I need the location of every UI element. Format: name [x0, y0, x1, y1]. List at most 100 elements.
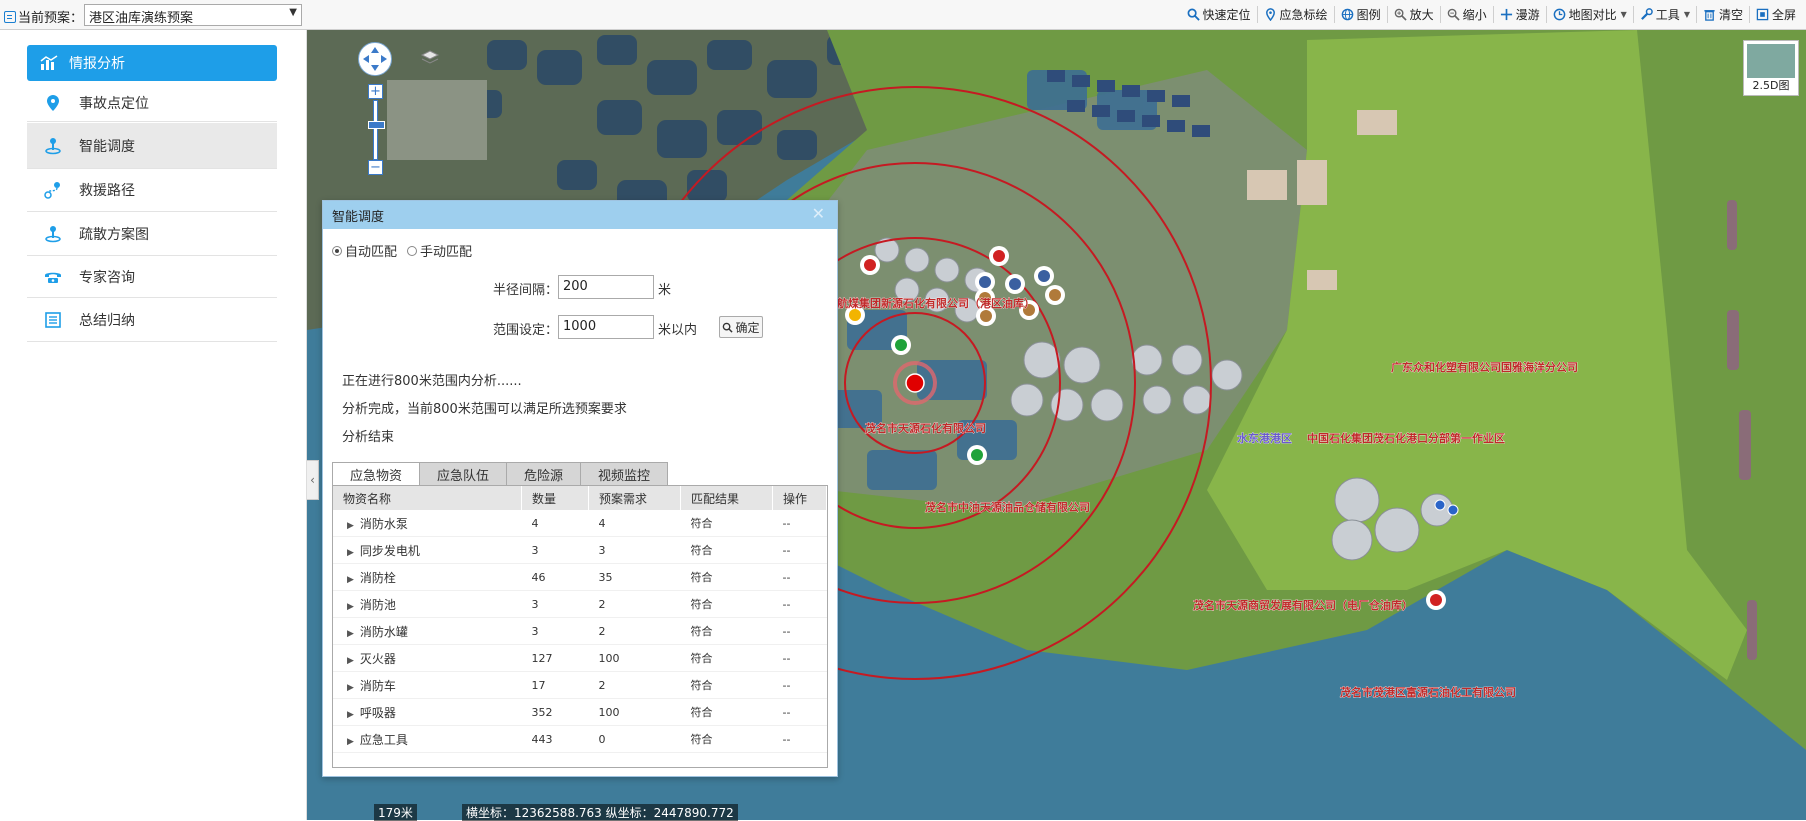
left-sidebar: 情报分析 事故点定位 智能调度 救援路径 疏散方案图 专家咨询 总结归纳	[0, 30, 307, 820]
range-input[interactable]: 1000	[558, 315, 654, 339]
location-pin-icon	[41, 94, 65, 112]
zoom-slider-handle[interactable]	[368, 121, 385, 129]
sidebar-item-evacuation-plan[interactable]: 疏散方案图	[27, 213, 277, 256]
person-pin-icon	[41, 225, 65, 243]
tab-video-monitoring[interactable]: 视频监控	[580, 462, 669, 486]
sidebar-item-accident-locate[interactable]: 事故点定位	[27, 84, 277, 122]
cell-quantity: 352	[521, 698, 589, 726]
zoom-out-button[interactable]: 缩小	[1441, 6, 1494, 23]
current-plan-label: 当前预案：	[4, 7, 83, 26]
map-tools: 快速定位 应急标绘 图例 放大 缩小 漫游 地图对比 ▼ 工具 ▼ 清空 全屏	[1181, 6, 1802, 23]
pan-control[interactable]	[358, 42, 392, 76]
cell-name: ▶ 灭火器	[333, 644, 522, 672]
emergency-plot-button[interactable]: 应急标绘	[1258, 6, 1335, 23]
cell-requirement: 2	[588, 590, 681, 618]
sidebar-item-rescue-route[interactable]: 救援路径	[27, 169, 277, 212]
cell-result: 符合	[680, 617, 773, 645]
table-row[interactable]: ▶ 消防栓 46 35 符合 --	[333, 563, 827, 591]
move-icon	[1500, 8, 1512, 21]
resource-tabs: 应急物资 应急队伍 危险源 视频监控	[332, 462, 669, 486]
sidebar-item-intel-analysis[interactable]: 情报分析	[27, 45, 277, 81]
cell-action: --	[772, 698, 827, 726]
dialog-header: 智能调度 ✕	[323, 201, 837, 229]
clear-button[interactable]: 清空	[1697, 6, 1750, 23]
radio-manual-match[interactable]: 手动匹配	[407, 241, 472, 260]
cell-requirement: 100	[588, 644, 681, 672]
radio-auto-match[interactable]: 自动匹配	[332, 241, 397, 260]
col-header-name: 物资名称	[333, 486, 522, 510]
cell-result: 符合	[680, 563, 773, 591]
table-row[interactable]: ▶ 消防池 3 2 符合 --	[333, 590, 827, 618]
plan-select[interactable]: 港区油库演练预案 ▼	[84, 4, 302, 26]
zoom-in-icon	[1394, 8, 1407, 21]
tab-emergency-supplies[interactable]: 应急物资	[332, 462, 421, 486]
zoom-in-button[interactable]: 放大	[1388, 6, 1441, 23]
tab-hazard-sources[interactable]: 危险源	[506, 462, 582, 486]
expand-arrow-icon[interactable]: ▶	[347, 656, 354, 666]
trash-icon	[1704, 10, 1715, 21]
table-row[interactable]: ▶ 消防水罐 3 2 符合 --	[333, 617, 827, 645]
radius-label: 半径间隔：	[493, 283, 559, 298]
map-scale: 179米	[374, 804, 417, 821]
table-row[interactable]: ▶ 同步发电机 3 3 符合 --	[333, 536, 827, 564]
map-label: 广东众和化塑有限公司国雅海洋分公司	[1391, 360, 1578, 374]
confirm-button[interactable]: 确定	[719, 316, 763, 338]
table-row[interactable]: ▶ 消防车 17 2 符合 --	[333, 671, 827, 699]
zoom-in-control[interactable]: +	[368, 84, 383, 99]
map-label: 中国航煤集团新源石化有限公司（港区油库）	[815, 296, 1035, 310]
zoom-slider[interactable]	[373, 100, 378, 160]
quick-locate-button[interactable]: 快速定位	[1181, 6, 1258, 23]
cell-name: ▶ 消防池	[333, 590, 522, 618]
sidebar-item-smart-dispatch[interactable]: 智能调度	[27, 123, 277, 169]
map-compare-button[interactable]: 地图对比 ▼	[1547, 6, 1634, 23]
globe-icon	[1341, 8, 1353, 21]
cell-requirement: 4	[588, 510, 681, 537]
cell-result: 符合	[680, 725, 773, 753]
table-row[interactable]: ▶ 呼吸器 352 100 符合 --	[333, 698, 827, 726]
map-label: 茂名市中油天源油品仓储有限公司	[925, 500, 1090, 514]
cell-requirement: 2	[588, 671, 681, 699]
expand-arrow-icon[interactable]: ▶	[347, 629, 354, 639]
table-header-row: 物资名称 数量 预案需求 匹配结果 操作	[333, 486, 827, 510]
close-icon[interactable]: ✕	[812, 204, 825, 223]
2-5d-view-button[interactable]: 2.5D图	[1743, 40, 1799, 96]
layers-icon[interactable]	[420, 48, 440, 68]
cell-name: ▶ 消防车	[333, 671, 522, 699]
plan-icon	[4, 10, 16, 23]
cell-requirement: 100	[588, 698, 681, 726]
expand-arrow-icon[interactable]: ▶	[347, 521, 354, 531]
range-label: 范围设定：	[493, 323, 559, 338]
col-header-requirement: 预案需求	[588, 486, 681, 510]
sidebar-item-summary[interactable]: 总结归纳	[27, 299, 277, 342]
tab-emergency-teams[interactable]: 应急队伍	[419, 462, 508, 486]
expand-arrow-icon[interactable]: ▶	[347, 710, 354, 720]
expand-arrow-icon[interactable]: ▶	[347, 737, 354, 747]
col-header-result: 匹配结果	[680, 486, 773, 510]
table-row[interactable]: ▶ 消防水泵 4 4 符合 --	[333, 510, 827, 537]
analysis-message: 分析完成，当前800米范围可以满足所选预案要求	[342, 402, 627, 417]
sidebar-item-expert-consult[interactable]: 专家咨询	[27, 257, 277, 298]
zoom-out-control[interactable]: −	[368, 160, 383, 175]
tools-menu-button[interactable]: 工具 ▼	[1634, 6, 1697, 23]
compass-arrows-icon	[363, 47, 387, 71]
zoom-out-icon	[1447, 8, 1460, 21]
supplies-table: 物资名称 数量 预案需求 匹配结果 操作 ▶ 消防水泵 4 4 符合 -- ▶ 同步发电机 3 3…	[333, 486, 827, 753]
expand-arrow-icon[interactable]: ▶	[347, 548, 354, 558]
legend-button[interactable]: 图例	[1335, 6, 1388, 23]
pan-button[interactable]: 漫游	[1494, 6, 1547, 23]
map-label: 茂名市天源石化有限公司	[865, 421, 986, 435]
cell-quantity: 3	[521, 590, 589, 618]
expand-arrow-icon[interactable]: ▶	[347, 575, 354, 585]
cell-name: ▶ 消防水泵	[333, 510, 522, 537]
map-label: 茂名市茂港区富源石油化工有限公司	[1340, 685, 1516, 699]
table-row[interactable]: ▶ 灭火器 127 100 符合 --	[333, 644, 827, 672]
table-row[interactable]: ▶ 应急工具 443 0 符合 --	[333, 725, 827, 753]
chart-icon	[37, 55, 61, 71]
sidebar-collapse-toggle[interactable]: ‹	[307, 460, 319, 500]
expand-arrow-icon[interactable]: ▶	[347, 602, 354, 612]
fullscreen-button[interactable]: 全屏	[1750, 6, 1802, 23]
radius-input[interactable]: 200	[558, 275, 654, 299]
expand-arrow-icon[interactable]: ▶	[347, 683, 354, 693]
supplies-table-container: 物资名称 数量 预案需求 匹配结果 操作 ▶ 消防水泵 4 4 符合 -- ▶ 同步发电机 3 3…	[332, 485, 828, 768]
cell-action: --	[772, 510, 827, 537]
